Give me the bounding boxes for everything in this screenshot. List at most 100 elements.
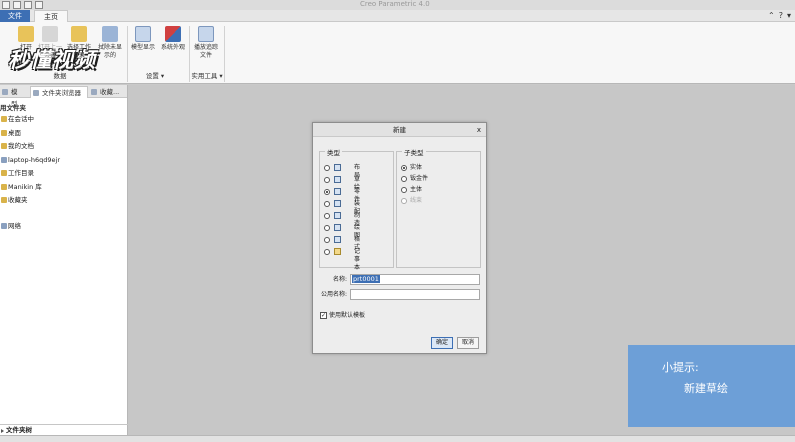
- open-last-session-button[interactable]: 打开上一 会话: [36, 26, 64, 60]
- notebook-icon: [334, 248, 341, 255]
- radio-selected[interactable]: [401, 165, 407, 171]
- group-label-utilities[interactable]: 实用工具 ▾: [190, 71, 224, 82]
- type-option-assembly[interactable]: 装配: [324, 200, 360, 215]
- erase-not-displayed-button[interactable]: 拭除未显 示的: [95, 26, 125, 60]
- session-icon: [42, 26, 58, 42]
- open-icon[interactable]: [13, 1, 21, 9]
- folder-item[interactable]: 我的文档: [0, 141, 34, 151]
- title-bar: Creo Parametric 4.0: [0, 0, 795, 10]
- radio[interactable]: [324, 249, 330, 255]
- cancel-button[interactable]: 取消: [457, 337, 479, 349]
- name-input[interactable]: prt0001: [350, 274, 480, 285]
- group-label-settings[interactable]: 设置 ▾: [138, 71, 172, 82]
- model-display-icon: [135, 26, 151, 42]
- ribbon-right-controls: ⌃ ? ▾: [768, 11, 791, 21]
- part-icon: [334, 188, 341, 195]
- type-option-notebook[interactable]: 记事本: [324, 248, 360, 271]
- folder-item[interactable]: 网络: [0, 221, 21, 231]
- folder-item[interactable]: 桌面: [0, 128, 21, 138]
- radio[interactable]: [324, 177, 330, 183]
- folder-icon: [1, 116, 7, 122]
- computer-icon: [1, 157, 7, 163]
- radio[interactable]: [324, 213, 330, 219]
- type-option-layout[interactable]: 布局: [324, 164, 360, 179]
- common-name-input[interactable]: [350, 289, 480, 300]
- name-label: 名称:: [332, 276, 347, 283]
- type-group: 类型 布局 草绘 零件 装配 制造 绘图 格式 记事本: [319, 147, 394, 271]
- network-icon: [1, 223, 7, 229]
- favorites-icon: [1, 197, 7, 203]
- type-option-drawing[interactable]: 绘图: [324, 224, 360, 239]
- tab-folder-browser[interactable]: 文件夹浏览器: [30, 86, 88, 98]
- ribbon-separator: [224, 26, 225, 82]
- folder-open-icon: [18, 26, 34, 42]
- new-icon[interactable]: [2, 1, 10, 9]
- help-dropdown-icon[interactable]: ▾: [787, 11, 791, 21]
- minimize-ribbon-icon[interactable]: ⌃: [768, 11, 775, 21]
- manufacturing-icon: [334, 212, 341, 219]
- name-input-value: prt0001: [352, 275, 380, 283]
- type-option-part[interactable]: 零件: [324, 188, 360, 203]
- playback-icon: [198, 26, 214, 42]
- radio[interactable]: [324, 237, 330, 243]
- folder-item[interactable]: 在会话中: [0, 114, 34, 124]
- window-title: Creo Parametric 4.0: [360, 0, 430, 8]
- tab-favorites[interactable]: 收藏...: [89, 86, 127, 98]
- ribbon-tab-bar: 文件 主页 ⌃ ? ▾: [0, 10, 795, 22]
- sketch-icon: [334, 176, 341, 183]
- folder-item[interactable]: laptop-h6qd9ejr: [0, 155, 60, 165]
- radio[interactable]: [324, 201, 330, 207]
- common-folders-heading: 用文件夹: [0, 104, 26, 112]
- tab-model-tree[interactable]: 模型...: [0, 86, 30, 108]
- undo-icon[interactable]: [35, 1, 43, 9]
- subtype-option-bulk[interactable]: 主体: [401, 186, 422, 194]
- radio-disabled: [401, 198, 407, 204]
- subtype-group: 子类型 实体 钣金件 主体 线束: [396, 147, 481, 268]
- radio[interactable]: [401, 187, 407, 193]
- folder-item[interactable]: 收藏夹: [0, 195, 28, 205]
- desktop-icon: [1, 130, 7, 136]
- assembly-icon: [334, 200, 341, 207]
- dialog-title-bar[interactable]: 新建 x: [313, 123, 486, 137]
- radio[interactable]: [324, 225, 330, 231]
- type-option-format[interactable]: 格式: [324, 236, 360, 251]
- subtype-option-sheetmetal[interactable]: 钣金件: [401, 175, 428, 183]
- type-legend: 类型: [325, 147, 342, 157]
- status-bar: [0, 435, 795, 442]
- radio-selected[interactable]: [324, 189, 330, 195]
- radio[interactable]: [324, 165, 330, 171]
- subtype-option-solid[interactable]: 实体: [401, 164, 422, 172]
- drawing-icon: [334, 224, 341, 231]
- erase-icon: [102, 26, 118, 42]
- type-option-manufacturing[interactable]: 制造: [324, 212, 360, 227]
- folder-item[interactable]: Manikin 库: [0, 182, 42, 192]
- use-default-template-checkbox[interactable]: ✓: [320, 312, 327, 319]
- ok-button[interactable]: 确定: [431, 337, 453, 349]
- library-icon: [1, 184, 7, 190]
- help-icon[interactable]: ?: [779, 11, 783, 21]
- select-working-directory-button[interactable]: 选择工作 目录: [64, 26, 94, 60]
- save-icon[interactable]: [24, 1, 32, 9]
- playback-trail-file-button[interactable]: 播放追踪 文件: [190, 26, 222, 60]
- subtype-legend: 子类型: [402, 147, 426, 157]
- type-option-sketch[interactable]: 草绘: [324, 176, 360, 191]
- layout-icon: [334, 164, 341, 171]
- working-directory-icon: [1, 170, 7, 176]
- radio[interactable]: [401, 176, 407, 182]
- ribbon-panel: 秒懂视频 打开 打开上一 会话 选择工作 目录 拭除未显 示的 数据 模型显示 …: [0, 22, 795, 84]
- open-button[interactable]: 打开: [14, 26, 38, 52]
- tab-home[interactable]: 主页: [34, 10, 68, 22]
- model-display-button[interactable]: 模型显示: [128, 26, 158, 52]
- system-appearance-icon: [165, 26, 181, 42]
- system-appearance-button[interactable]: 系统外观: [158, 26, 188, 52]
- folder-item[interactable]: 工作目录: [0, 168, 34, 178]
- new-file-dialog: 新建 x 类型 布局 草绘 零件 装配 制造 绘图 格式 记事本 子类型 实体 …: [312, 122, 487, 354]
- close-icon[interactable]: x: [477, 123, 481, 137]
- tip-title: 小提示:: [662, 361, 699, 374]
- use-default-template-label: 使用默认模板: [329, 312, 366, 319]
- tab-file[interactable]: 文件: [0, 10, 30, 22]
- tip-body: 新建草绘: [684, 382, 728, 395]
- folder-tree-toggle[interactable]: 文件夹树: [0, 424, 128, 435]
- working-directory-icon: [71, 26, 87, 42]
- dialog-title: 新建: [393, 126, 406, 134]
